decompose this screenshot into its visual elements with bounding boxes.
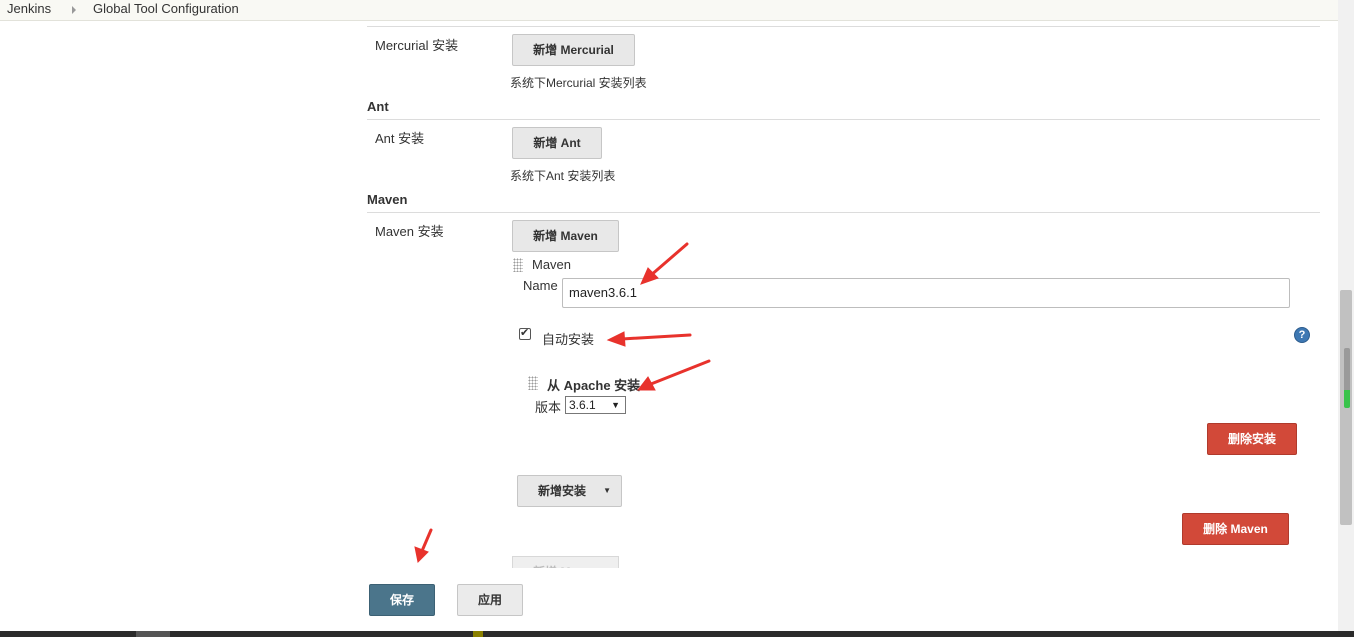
auto-install-checkbox[interactable]	[519, 326, 531, 340]
mercurial-list-description: 系统下Mercurial 安装列表	[510, 76, 647, 90]
annotation-arrows	[414, 242, 711, 564]
add-mercurial-button[interactable]: 新增 Mercurial	[512, 34, 635, 66]
delete-installer-button[interactable]: 删除安装	[1207, 423, 1297, 455]
delete-maven-button[interactable]: 删除 Maven	[1182, 513, 1289, 545]
caret-down-icon: ▼	[611, 400, 620, 410]
add-maven-button-bottom-partial[interactable]: 新增 Maven	[512, 556, 619, 568]
maven-name-input[interactable]: maven3.6.1	[562, 278, 1290, 308]
breadcrumb-jenkins-link[interactable]: Jenkins	[7, 1, 51, 16]
add-ant-button[interactable]: 新增 Ant	[512, 127, 602, 159]
maven-item-title: Maven	[532, 257, 572, 272]
save-button[interactable]: 保存	[369, 584, 435, 616]
annotation-arrow-save-head	[414, 546, 429, 564]
help-icon[interactable]: ?	[1294, 327, 1310, 343]
version-select-value: 3.6.1	[569, 398, 596, 412]
ant-list-description: 系统下Ant 安装列表	[510, 169, 616, 183]
annotation-arrow-save	[420, 528, 433, 553]
add-installer-dropdown-button[interactable]: 新增安装 ▼	[517, 475, 622, 507]
annotation-arrow-installer	[649, 359, 711, 386]
breadcrumb: Jenkins Global Tool Configuration	[0, 0, 1338, 21]
annotation-arrow-installer-head	[636, 376, 656, 391]
add-maven-bottom-label: 新增 Maven	[512, 556, 619, 568]
installer-title: 从 Apache 安装	[547, 378, 641, 393]
breadcrumb-separator-icon	[72, 6, 76, 14]
divider	[367, 26, 1320, 27]
version-select[interactable]: 3.6.1 ▼	[565, 396, 626, 414]
add-installer-label: 新增安装	[538, 484, 587, 498]
version-label: 版本	[535, 400, 562, 415]
ant-section-title: Ant	[367, 99, 389, 114]
annotation-arrow-name	[648, 242, 689, 278]
add-maven-button[interactable]: 新增 Maven	[512, 220, 619, 252]
ant-install-label: Ant 安装	[375, 131, 425, 146]
divider	[367, 119, 1320, 120]
maven-install-label: Maven 安装	[375, 224, 444, 239]
drag-handle-icon[interactable]	[513, 258, 523, 272]
caret-down-icon: ▼	[603, 486, 611, 495]
scrollbar-indicator	[1344, 348, 1350, 408]
name-label: Name	[523, 278, 558, 293]
auto-install-label: 自动安装	[542, 332, 595, 347]
apply-button[interactable]: 应用	[457, 584, 523, 616]
drag-handle-icon[interactable]	[528, 376, 538, 390]
taskbar-strip	[0, 631, 1354, 637]
mercurial-install-label: Mercurial 安装	[375, 38, 459, 53]
divider	[367, 212, 1320, 213]
maven-section-title: Maven	[367, 192, 408, 207]
annotation-arrow-auto-install-head	[606, 331, 626, 347]
breadcrumb-page-link[interactable]: Global Tool Configuration	[93, 1, 239, 16]
taskbar-segment	[136, 631, 170, 637]
annotation-arrow-auto-install	[620, 333, 692, 341]
taskbar-segment	[473, 631, 483, 637]
